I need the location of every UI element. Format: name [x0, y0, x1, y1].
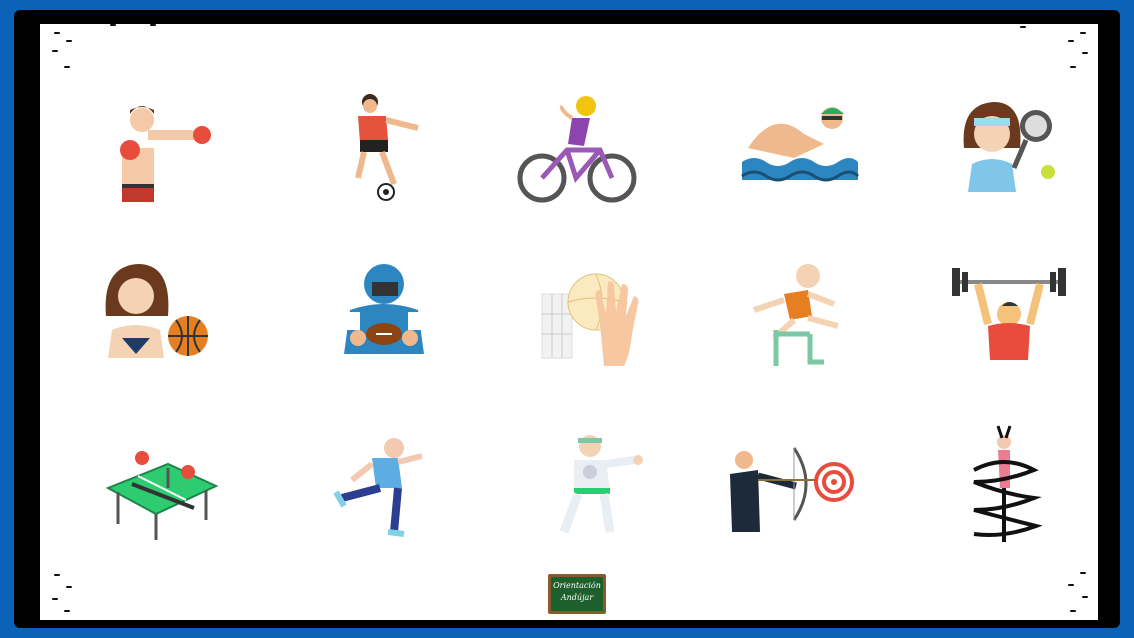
orientacion-andujar-logo: Orientación Andújar: [548, 574, 606, 614]
logo-line-2: Andújar: [560, 593, 594, 602]
running-icon: [322, 428, 452, 558]
volleyball-icon: [534, 254, 664, 384]
logo-line-1: Orientación: [553, 581, 601, 590]
tennis-icon: [944, 88, 1074, 218]
cycling-icon: [512, 88, 642, 218]
corner-dots-bottom-left: [50, 564, 90, 624]
rhythmic-gymnastics-icon: [944, 418, 1074, 548]
corner-dots-top-left: [50, 24, 156, 86]
archery-icon: [724, 428, 854, 558]
basketball-icon: [92, 254, 222, 384]
soccer-icon: [322, 88, 452, 218]
boxing-icon: [92, 88, 222, 218]
corner-dots-top-right: [1020, 26, 1090, 86]
sports-board: Orientación Andújar: [40, 24, 1098, 620]
american-football-icon: [322, 254, 452, 384]
corner-dots-bottom-right: [1050, 564, 1090, 624]
karate-icon: [534, 428, 664, 558]
table-tennis-icon: [102, 428, 232, 558]
swimming-icon: [734, 88, 864, 218]
weightlifting-icon: [944, 254, 1074, 384]
hurdles-icon: [734, 254, 864, 384]
